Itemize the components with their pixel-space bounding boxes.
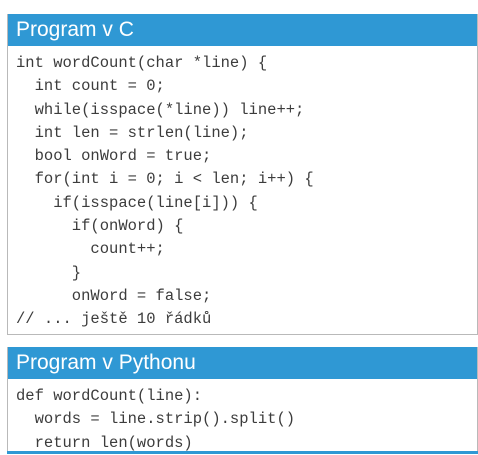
- code-line: while(isspace(*line)) line++;: [16, 100, 305, 119]
- code-line: if(isspace(line[i])) {: [16, 193, 258, 212]
- c-program-panel: Program v C int wordCount(char *line) { …: [7, 14, 478, 335]
- code-line: int len = strlen(line);: [16, 123, 249, 142]
- code-line: int count = 0;: [16, 77, 165, 96]
- code-line: for(int i = 0; i < len; i++) {: [16, 170, 314, 189]
- code-line: def wordCount(line):: [16, 387, 203, 405]
- code-line: }: [16, 263, 82, 282]
- cropped-text-fragment: [0, 0, 478, 4]
- code-line: bool onWord = true;: [16, 147, 212, 166]
- python-code-block: def wordCount(line): words = line.strip(…: [8, 379, 477, 455]
- code-line: onWord = false;: [16, 286, 212, 305]
- python-program-panel: Program v Pythonu def wordCount(line): w…: [7, 347, 478, 454]
- code-comment-line: // ... ještě 10 řádků: [16, 310, 212, 329]
- code-line: words = line.strip().split(): [16, 410, 296, 429]
- c-program-title: Program v C: [8, 14, 477, 46]
- code-line: int wordCount(char *line) {: [16, 54, 268, 72]
- code-line: if(onWord) {: [16, 217, 184, 236]
- python-program-title: Program v Pythonu: [8, 347, 477, 379]
- c-code-block: int wordCount(char *line) { int count = …: [8, 46, 477, 332]
- code-line: count++;: [16, 240, 165, 259]
